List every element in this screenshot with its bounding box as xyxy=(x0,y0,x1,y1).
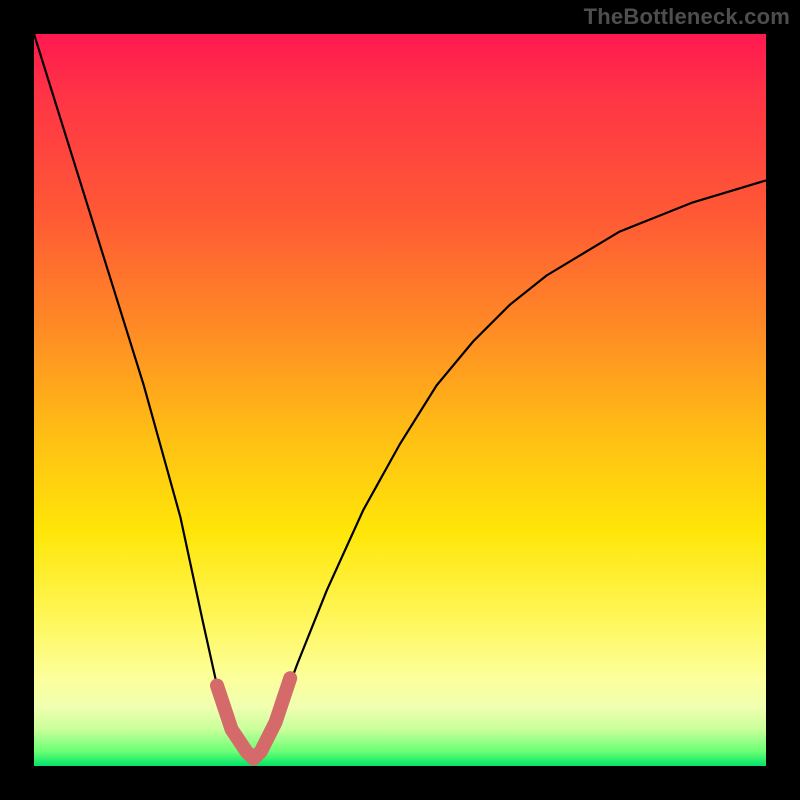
plot-area xyxy=(34,34,766,766)
chart-frame: TheBottleneck.com xyxy=(0,0,800,800)
watermark-text: TheBottleneck.com xyxy=(584,4,790,30)
curve-layer xyxy=(34,34,766,766)
bottleneck-curve-path xyxy=(34,34,766,759)
highlight-segment-path xyxy=(217,678,290,759)
